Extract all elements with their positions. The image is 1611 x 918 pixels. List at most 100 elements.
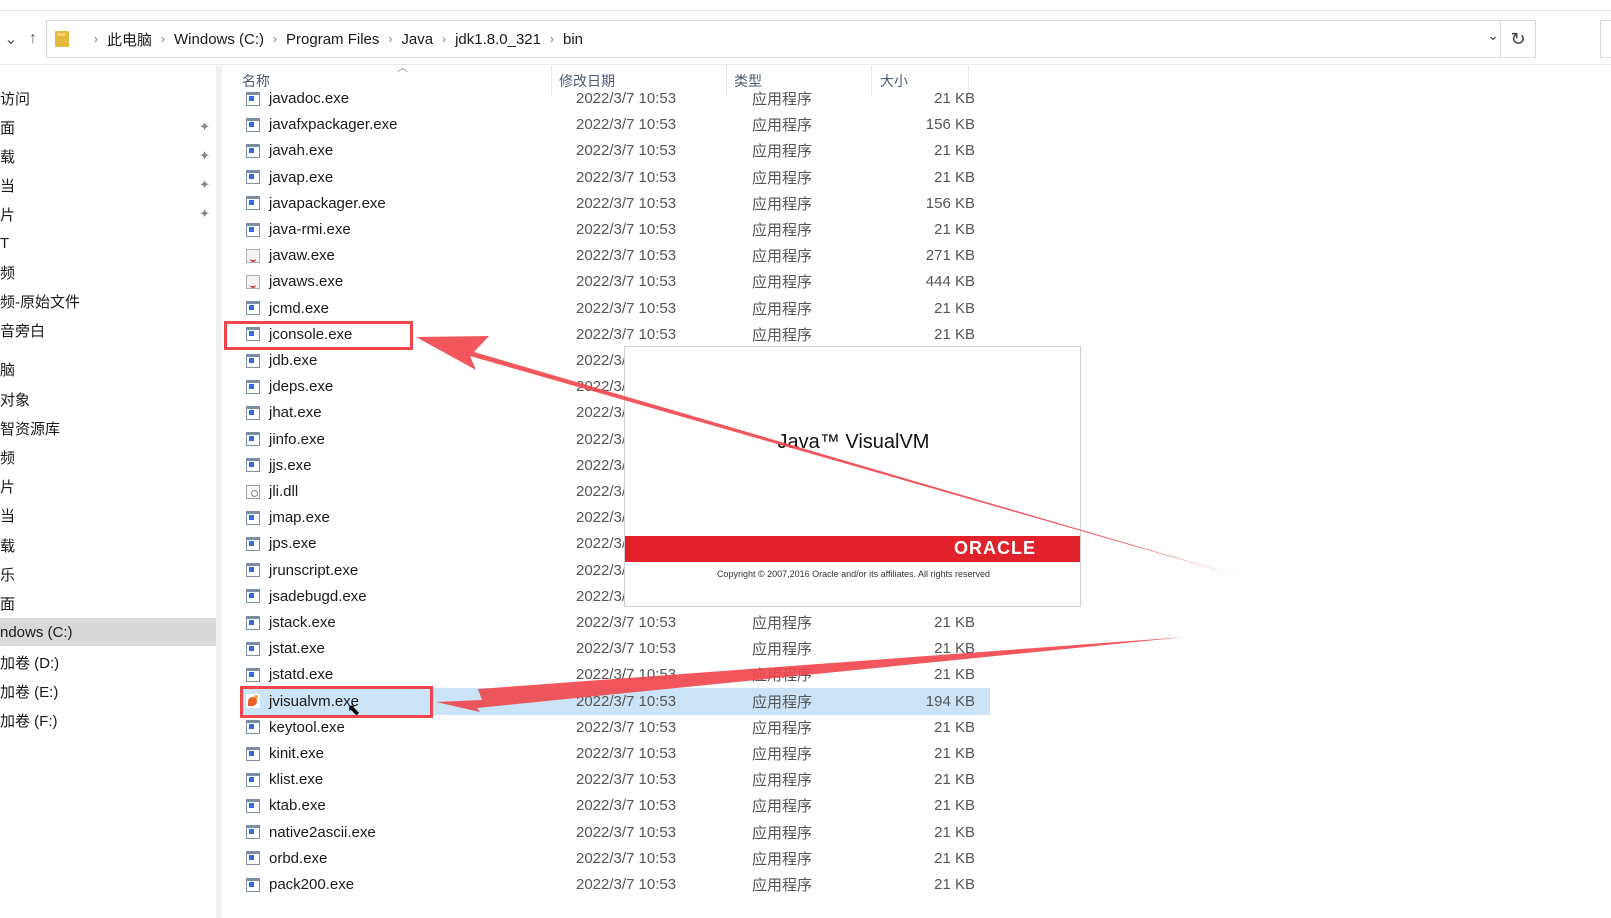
sidebar-item-label: 载	[0, 537, 16, 555]
sidebar-item[interactable]: 频	[0, 258, 216, 286]
file-type: 应用程序	[752, 824, 813, 842]
file-name-cell: jstack.exe	[246, 614, 336, 631]
table-row[interactable]: klist.exe 2022/3/7 10:53 应用程序 21 KB	[240, 766, 990, 793]
table-row[interactable]: javaws.exe 2022/3/7 10:53 应用程序 444 KB	[240, 268, 990, 295]
sidebar-item[interactable]: 乐	[0, 560, 216, 588]
pin-icon[interactable]: ✦	[199, 177, 210, 193]
table-row[interactable]: javafxpackager.exe 2022/3/7 10:53 应用程序 156 …	[240, 111, 990, 138]
table-row[interactable]: ktab.exe 2022/3/7 10:53 应用程序 21 KB	[240, 792, 990, 819]
sidebar-item[interactable]: 当 ✦	[0, 171, 216, 199]
sidebar-item[interactable]: 音旁白	[0, 316, 216, 344]
file-type: 应用程序	[752, 798, 813, 816]
file-name: java-rmi.exe	[269, 221, 351, 238]
table-row[interactable]: javapackager.exe 2022/3/7 10:53 应用程序 156 KB	[240, 190, 990, 217]
file-date: 2022/3/7 10:53	[576, 666, 677, 684]
application-icon	[246, 458, 260, 473]
file-type: 应用程序	[752, 746, 813, 763]
breadcrumb-separator-icon[interactable]: ›	[442, 32, 446, 46]
sidebar-item-label: 频	[0, 264, 16, 282]
file-name-cell: jmap.exe	[246, 509, 330, 526]
pin-icon[interactable]: ✦	[199, 119, 210, 135]
highlight-box-jvisualvm	[240, 686, 433, 718]
file-size: 156 KB	[925, 194, 975, 212]
sidebar-item[interactable]: 载	[0, 531, 216, 559]
sidebar-item[interactable]: 智资源库	[0, 414, 216, 442]
sidebar-item[interactable]: 频	[0, 443, 216, 471]
file-name: jhat.exe	[269, 404, 322, 422]
table-row[interactable]: javah.exe 2022/3/7 10:53 应用程序 21 KB	[240, 137, 990, 164]
navigation-bar: ⌄ ↑ › 此电脑 › Windows (C:) › Program Files › Java…	[0, 14, 1611, 65]
file-date: 2022/3/7 10:53	[576, 273, 677, 291]
sidebar-item[interactable]: 访问	[0, 84, 216, 112]
breadcrumb-separator-icon[interactable]: ›	[273, 32, 277, 46]
sidebar-item[interactable]: 加卷 (F:)	[0, 706, 216, 734]
file-name: jjs.exe	[269, 456, 312, 474]
breadcrumb-item[interactable]: jdk1.8.0_321	[455, 31, 541, 48]
pin-icon[interactable]: ✦	[199, 148, 210, 164]
breadcrumb-item[interactable]: bin	[563, 31, 583, 48]
file-name: jdb.exe	[269, 352, 318, 369]
sidebar-item-label: 加卷 (F:)	[0, 712, 58, 730]
file-name: keytool.exe	[269, 718, 345, 736]
navigation-pane-scrollbar[interactable]	[216, 66, 222, 918]
breadcrumb-item[interactable]: 此电脑	[107, 29, 152, 50]
sidebar-item[interactable]: 片 ✦	[0, 200, 216, 228]
address-bar[interactable]: › 此电脑 › Windows (C:) › Program Files › Java › jdk…	[46, 20, 1536, 58]
table-row[interactable]: jstack.exe 2022/3/7 10:53 应用程序 21 KB	[240, 609, 990, 636]
file-name: ktab.exe	[269, 797, 326, 815]
file-type: 应用程序	[752, 222, 813, 239]
table-row[interactable]: javadoc.exe 2022/3/7 10:53 应用程序 21 KB	[240, 88, 990, 112]
breadcrumb-item[interactable]: Windows (C:)	[174, 31, 264, 48]
sidebar-item[interactable]: 载 ✦	[0, 142, 216, 170]
file-date: 2022/3/7 10:53	[576, 142, 677, 160]
breadcrumb-item[interactable]: Program Files	[286, 31, 379, 48]
table-row[interactable]: kinit.exe 2022/3/7 10:53 应用程序 21 KB	[240, 740, 990, 767]
sidebar-item[interactable]: 加卷 (D:)	[0, 648, 216, 676]
sidebar-item[interactable]: 脑	[0, 355, 216, 383]
breadcrumb-separator-icon[interactable]: ›	[161, 32, 165, 46]
file-name: pack200.exe	[269, 876, 355, 893]
sidebar-item[interactable]: 频-原始文件	[0, 287, 216, 315]
sidebar-item[interactable]: 加卷 (E:)	[0, 677, 216, 705]
table-row[interactable]: javap.exe 2022/3/7 10:53 应用程序 21 KB	[240, 164, 990, 191]
search-box-edge[interactable]	[1600, 20, 1611, 58]
up-arrow-icon[interactable]: ↑	[22, 26, 44, 52]
breadcrumb-separator-icon[interactable]: ›	[550, 32, 554, 46]
table-row[interactable]: javaw.exe 2022/3/7 10:53 应用程序 271 KB	[240, 242, 990, 269]
table-row[interactable]: jstatd.exe 2022/3/7 10:53 应用程序 21 KB	[240, 661, 990, 688]
file-name: jsadebugd.exe	[269, 587, 367, 605]
table-row[interactable]: jstat.exe 2022/3/7 10:53 应用程序 21 KB	[240, 635, 990, 662]
sidebar-item[interactable]: 面	[0, 589, 216, 617]
pin-icon[interactable]: ✦	[199, 206, 210, 222]
breadcrumb-item[interactable]: Java	[401, 31, 433, 48]
table-row[interactable]: pack200.exe 2022/3/7 10:53 应用程序 21 KB	[240, 871, 990, 898]
refresh-icon[interactable]: ↻	[1500, 21, 1535, 57]
file-type: 应用程序	[752, 143, 813, 161]
file-name: jps.exe	[269, 535, 317, 553]
application-icon	[246, 563, 260, 578]
breadcrumb-separator-icon[interactable]: ›	[388, 32, 392, 46]
file-date: 2022/3/7 10:53	[576, 823, 677, 841]
sidebar-item[interactable]: 片	[0, 472, 216, 500]
file-name-cell: jstat.exe	[246, 640, 325, 657]
table-row[interactable]: orbd.exe 2022/3/7 10:53 应用程序 21 KB	[240, 845, 990, 872]
file-name-cell: jstatd.exe	[246, 666, 333, 683]
file-name-cell: jcmd.exe	[246, 300, 329, 317]
table-row[interactable]: java-rmi.exe 2022/3/7 10:53 应用程序 21 KB	[240, 216, 990, 243]
file-date: 2022/3/7 10:53	[576, 221, 677, 238]
sidebar-item[interactable]: 面 ✦	[0, 113, 216, 141]
chevron-down-icon[interactable]: ⌄	[0, 26, 22, 52]
splash-brand-bar: ORACLE	[625, 536, 1080, 562]
sidebar-item-label: T	[0, 234, 10, 252]
table-row[interactable]: jcmd.exe 2022/3/7 10:53 应用程序 21 KB	[240, 295, 990, 322]
sidebar-item[interactable]: T	[0, 229, 216, 257]
table-row[interactable]: native2ascii.exe 2022/3/7 10:53 应用程序 21 KB	[240, 819, 990, 846]
breadcrumb-separator-icon[interactable]: ›	[94, 32, 98, 46]
sidebar-item-label: 对象	[0, 391, 31, 409]
application-icon	[246, 143, 260, 158]
address-history-chevron-icon[interactable]: ⌄	[1487, 27, 1499, 44]
sidebar-item[interactable]: ndows (C:)	[0, 618, 216, 646]
sidebar-item[interactable]: 当	[0, 501, 216, 529]
sidebar-item-label: 面	[0, 119, 16, 137]
sidebar-item[interactable]: 对象	[0, 385, 216, 413]
